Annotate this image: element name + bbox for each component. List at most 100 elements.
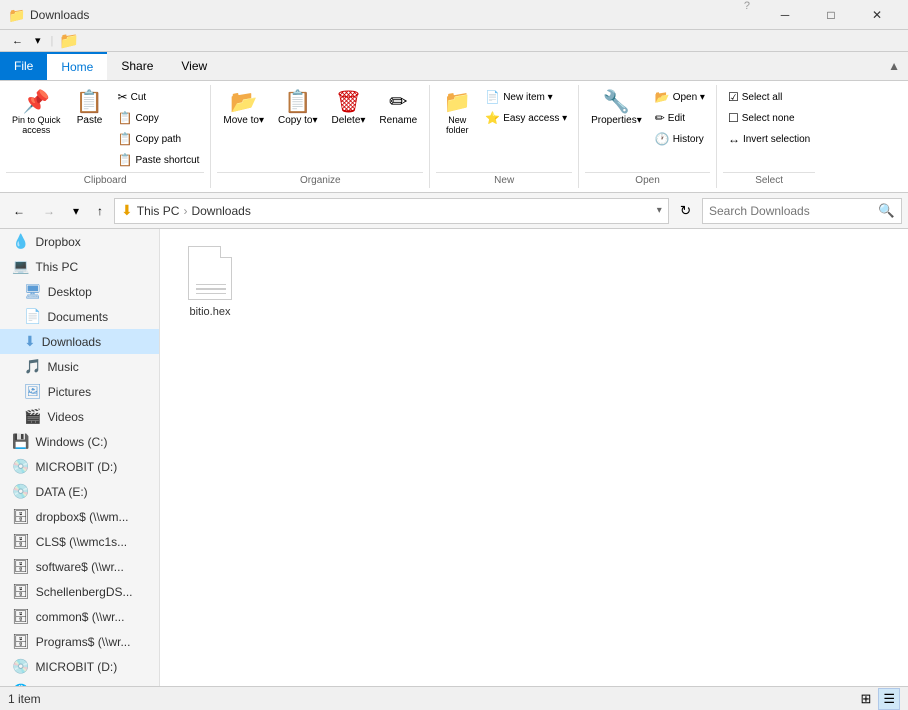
properties-button[interactable]: 🔧 Properties▾ — [585, 87, 648, 130]
medium-icons-view-button[interactable]: ⊞ — [855, 688, 876, 710]
easy-access-icon: ⭐ — [485, 111, 500, 125]
sidebar-item-microbit-d2[interactable]: 💿 MICROBIT (D:) — [0, 654, 159, 679]
qa-back-button[interactable]: ← — [8, 33, 27, 49]
cut-icon: ✂ — [118, 90, 128, 104]
sidebar-item-common[interactable]: 🗄 common$ (\\wr... — [0, 604, 159, 629]
easy-access-button[interactable]: ⭐ Easy access ▾ — [480, 108, 572, 128]
tab-view[interactable]: View — [167, 52, 221, 80]
sidebar-item-pictures[interactable]: 🖼 Pictures — [0, 379, 159, 404]
cut-button[interactable]: ✂ Cut — [113, 87, 205, 107]
file-icon — [186, 246, 234, 302]
ribbon-collapse-button[interactable]: ▲ — [880, 52, 908, 80]
sidebar-item-label: Pictures — [48, 385, 91, 399]
pin-button[interactable]: 📌 Pin to Quick access — [6, 87, 67, 139]
drive-icon: 💿 — [12, 483, 29, 500]
ribbon-group-clipboard: 📌 Pin to Quick access 📋 Paste ✂ Cut 📋 Co… — [0, 85, 211, 188]
move-to-button[interactable]: 📂 Move to▾ — [217, 87, 270, 130]
close-button[interactable]: ✕ — [854, 0, 900, 30]
new-item-button[interactable]: 📄 New item ▾ — [480, 87, 572, 107]
sidebar-item-label: Documents — [47, 310, 108, 324]
maximize-button[interactable]: □ — [808, 0, 854, 30]
sidebar-item-label: Dropbox — [35, 235, 80, 249]
up-button[interactable]: ↑ — [90, 200, 110, 222]
paste-icon: 📋 — [76, 91, 103, 113]
back-button[interactable]: ← — [6, 200, 32, 222]
new-small-group: 📄 New item ▾ ⭐ Easy access ▾ — [480, 87, 572, 128]
sidebar-item-label: DATA (E:) — [35, 485, 87, 499]
sidebar-item-software[interactable]: 🗄 software$ (\\wr... — [0, 554, 159, 579]
sidebar-item-label: SchellenbergDS... — [36, 585, 133, 599]
sidebar-item-videos[interactable]: 🎬 Videos — [0, 404, 159, 429]
sidebar-item-label: Videos — [47, 410, 83, 424]
title-bar: 📁 Downloads ? ─ □ ✕ — [0, 0, 908, 30]
sidebar-item-dropbox[interactable]: 💧 Dropbox — [0, 229, 159, 254]
sidebar-item-this-pc[interactable]: 💻 This PC — [0, 254, 159, 279]
paste-button[interactable]: 📋 Paste — [69, 87, 111, 130]
sidebar-item-downloads[interactable]: ⬇ Downloads — [0, 329, 159, 354]
ribbon-group-new: 📁 New folder 📄 New item ▾ ⭐ Easy access … — [430, 85, 579, 188]
new-folder-button[interactable]: 📁 New folder — [436, 87, 478, 139]
rename-button[interactable]: ✏ Rename — [373, 87, 423, 130]
sidebar-item-programs[interactable]: 🗄 Programs$ (\\wr... — [0, 629, 159, 654]
forward-button[interactable]: → — [36, 200, 62, 222]
copy-path-icon: 📋 — [118, 132, 133, 146]
address-crumb-downloads[interactable]: Downloads — [191, 204, 250, 218]
address-bar[interactable]: ⬇ This PC › Downloads ▾ — [114, 198, 669, 224]
open-group-label: Open — [585, 172, 710, 186]
invert-selection-icon: ↔ — [728, 132, 740, 146]
copy-to-button[interactable]: 📋 Copy to▾ — [272, 87, 323, 130]
minimize-button[interactable]: ─ — [762, 0, 808, 30]
sidebar-item-windows-c[interactable]: 💾 Windows (C:) — [0, 429, 159, 454]
paste-shortcut-button[interactable]: 📋 Paste shortcut — [113, 150, 205, 170]
ribbon-group-select: ☑ Select all ☐ Select none ↔ Invert sele… — [717, 85, 821, 188]
music-icon: 🎵 — [24, 358, 41, 375]
select-none-button[interactable]: ☐ Select none — [723, 108, 815, 128]
sidebar-item-label: MICROBIT (D:) — [35, 660, 117, 674]
sidebar-item-desktop[interactable]: 🖥 Desktop — [0, 279, 159, 304]
history-button[interactable]: 🕐 History — [650, 129, 710, 149]
clipboard-small-group: ✂ Cut 📋 Copy 📋 Copy path 📋 Paste shortcu… — [113, 87, 205, 170]
open-small-group: 📂 Open ▾ ✏ Edit 🕐 History — [650, 87, 710, 149]
sidebar-item-dropbox-net[interactable]: 🗄 dropbox$ (\\wm... — [0, 504, 159, 529]
tab-share[interactable]: Share — [107, 52, 167, 80]
file-icon-corner — [220, 246, 232, 258]
sidebar-item-documents[interactable]: 📄 Documents — [0, 304, 159, 329]
sidebar-item-label: MICROBIT (D:) — [35, 460, 117, 474]
help-button[interactable]: ? — [740, 0, 754, 30]
invert-selection-button[interactable]: ↔ Invert selection — [723, 129, 815, 149]
delete-button[interactable]: 🗑 Delete▾ — [325, 87, 371, 130]
select-all-button[interactable]: ☑ Select all — [723, 87, 815, 107]
recent-locations-button[interactable]: ▾ — [66, 200, 86, 222]
open-buttons: 🔧 Properties▾ 📂 Open ▾ ✏ Edit 🕐 History — [585, 87, 710, 170]
drive-icon: 💾 — [12, 433, 29, 450]
sidebar-item-schellenberg[interactable]: 🗄 SchellenbergDS... — [0, 579, 159, 604]
qa-dropdown-button[interactable]: ▾ — [31, 32, 45, 49]
address-crumb-this-pc[interactable]: This PC — [137, 204, 180, 218]
sidebar-item-data-e[interactable]: 💿 DATA (E:) — [0, 479, 159, 504]
tab-home[interactable]: Home — [47, 52, 107, 80]
search-bar[interactable]: 🔍 — [702, 198, 902, 224]
select-small-group: ☑ Select all ☐ Select none ↔ Invert sele… — [723, 87, 815, 149]
refresh-button[interactable]: ↻ — [673, 199, 698, 223]
sidebar-item-label: software$ (\\wr... — [36, 560, 124, 574]
address-folder-icon: ⬇ — [121, 202, 133, 219]
videos-icon: 🎬 — [24, 408, 41, 425]
file-item[interactable]: bitio.hex — [170, 239, 250, 325]
sidebar-item-cls[interactable]: 🗄 CLS$ (\\wmc1s... — [0, 529, 159, 554]
copy-button[interactable]: 📋 Copy — [113, 108, 205, 128]
address-dropdown-button[interactable]: ▾ — [657, 205, 662, 216]
network-icon: 🌐 — [12, 683, 29, 686]
select-buttons: ☑ Select all ☐ Select none ↔ Invert sele… — [723, 87, 815, 170]
search-input[interactable] — [709, 204, 878, 218]
tab-file[interactable]: File — [0, 52, 47, 80]
sidebar-item-microbit-d[interactable]: 💿 MICROBIT (D:) — [0, 454, 159, 479]
details-view-button[interactable]: ☰ — [878, 688, 900, 710]
edit-button[interactable]: ✏ Edit — [650, 108, 710, 128]
open-button[interactable]: 📂 Open ▾ — [650, 87, 710, 107]
copy-path-button[interactable]: 📋 Copy path — [113, 129, 205, 149]
sidebar-item-music[interactable]: 🎵 Music — [0, 354, 159, 379]
search-submit-button[interactable]: 🔍 — [878, 203, 895, 219]
sidebar-item-network[interactable]: 🌐 Network — [0, 679, 159, 686]
paste-shortcut-icon: 📋 — [118, 153, 133, 167]
file-area[interactable]: bitio.hex — [160, 229, 908, 686]
